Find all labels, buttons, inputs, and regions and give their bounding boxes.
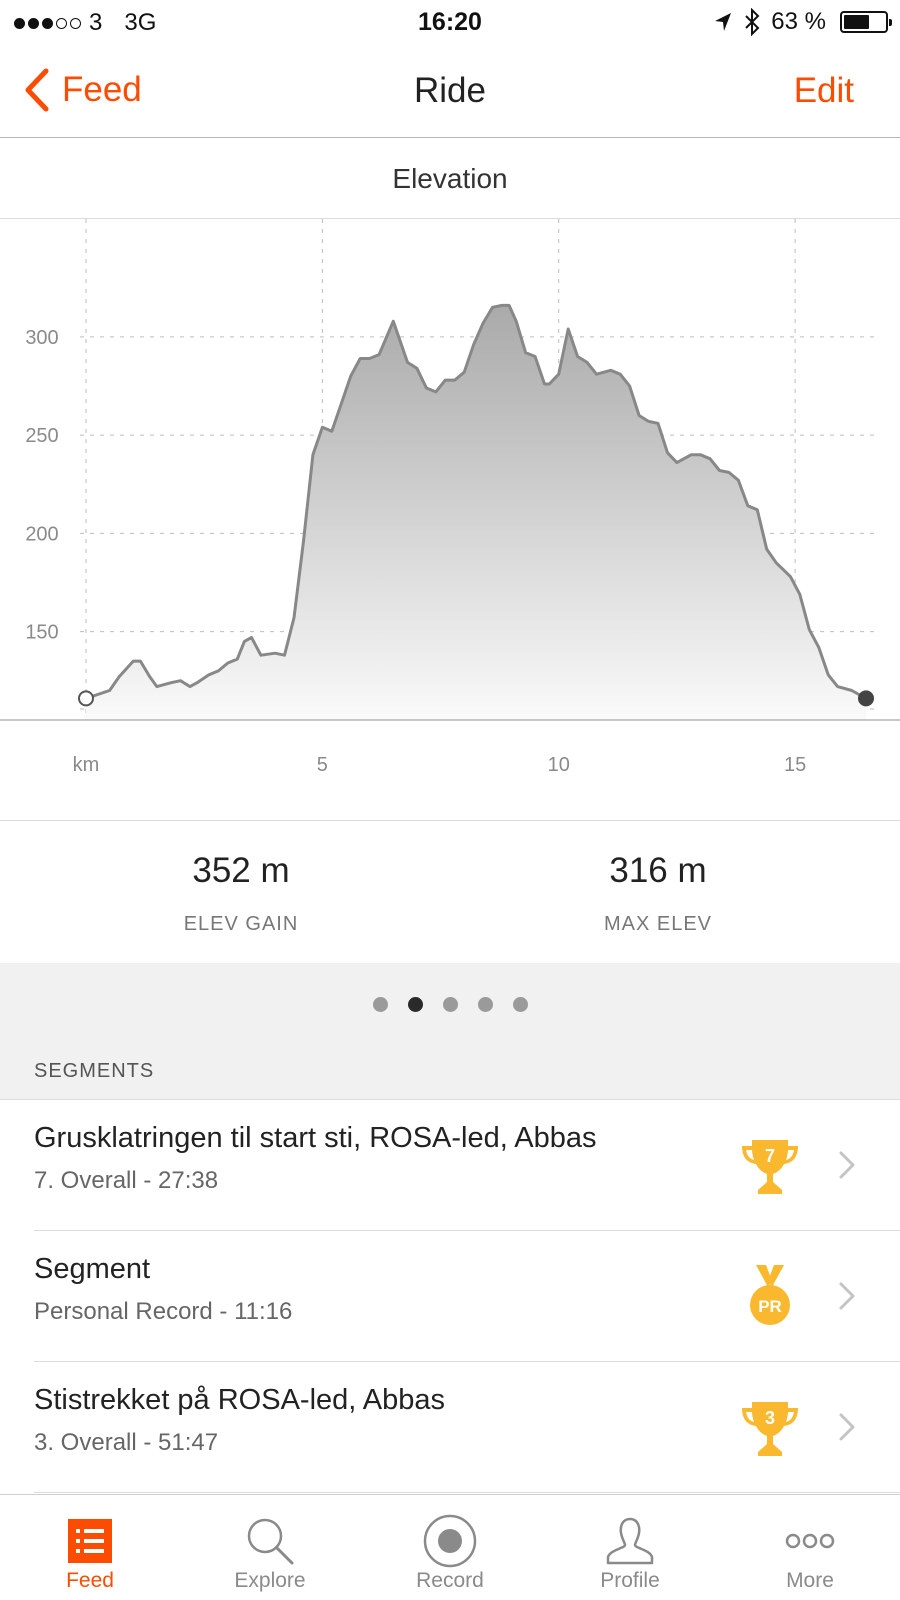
tab-label: Record (416, 1569, 484, 1592)
elevation-chart[interactable]: 150 200 250 300 km 5 10 15 (0, 219, 900, 821)
tab-label: More (786, 1569, 834, 1592)
bluetooth-icon (745, 8, 760, 36)
stat-label: ELEV GAIN (183, 913, 299, 935)
page-dot[interactable] (477, 997, 493, 1012)
pager-band: SEGMENTS (0, 963, 900, 1099)
nav-bar: Feed Ride Edit (0, 44, 900, 138)
end-marker (858, 690, 874, 707)
segment-detail: Personal Record - 11:16 (34, 1298, 293, 1325)
start-marker (78, 690, 94, 707)
page-title: Ride (414, 71, 486, 110)
chevron-right-icon (839, 1282, 855, 1310)
chevron-right-icon (839, 1413, 855, 1441)
stat-max-elev: 316 m MAX ELEV (448, 851, 868, 936)
elevation-chart-svg: 150 200 250 300 km 5 10 15 (0, 219, 900, 776)
segment-name: Stistrekket på ROSA-led, Abbas (34, 1384, 446, 1416)
tab-record[interactable]: Record (360, 1495, 540, 1600)
page-dot[interactable] (407, 997, 423, 1012)
tab-label: Profile (600, 1569, 660, 1592)
tab-label: Feed (66, 1569, 114, 1592)
segment-name: Grusklatringen til start sti, ROSA-led, … (34, 1122, 597, 1154)
page-dot[interactable] (512, 997, 528, 1012)
more-icon (785, 1533, 835, 1549)
record-icon (423, 1514, 477, 1568)
segments-list: Grusklatringen til start sti, ROSA-led, … (0, 1099, 900, 1493)
trophy-rank: 7 (765, 1146, 775, 1166)
medal-label: PR (758, 1297, 782, 1316)
status-bar: 3 3G 16:20 63 % (0, 0, 900, 44)
stat-elev-gain: 352 m ELEV GAIN (31, 851, 451, 936)
elevation-area (86, 305, 866, 720)
y-tick-label: 250 (25, 425, 58, 447)
x-tick-label: 15 (784, 754, 806, 776)
status-right: 63 % (713, 8, 892, 36)
trophy-icon: 7 (742, 1140, 798, 1194)
search-icon (247, 1518, 294, 1565)
segments-heading: SEGMENTS (34, 1060, 155, 1082)
stat-value: 352 m (192, 851, 290, 890)
stat-value: 316 m (609, 851, 707, 890)
page-dot[interactable] (442, 997, 458, 1012)
location-arrow-icon (715, 13, 732, 31)
stat-label: MAX ELEV (603, 913, 713, 935)
tab-feed[interactable]: Feed (0, 1495, 180, 1600)
segment-row[interactable]: Segment Personal Record - 11:16 PR (0, 1231, 900, 1362)
segment-row[interactable]: Grusklatringen til start sti, ROSA-led, … (0, 1100, 900, 1231)
tab-label: Explore (234, 1569, 306, 1592)
edit-button[interactable]: Edit (794, 71, 854, 111)
elevation-stats: 352 m ELEV GAIN 316 m MAX ELEV (0, 821, 900, 963)
x-axis-label: km (73, 754, 100, 776)
tab-profile[interactable]: Profile (540, 1495, 720, 1600)
medal-icon: PR (750, 1265, 790, 1325)
chart-title: Elevation (0, 138, 900, 219)
segment-row[interactable]: Stistrekket på ROSA-led, Abbas 3. Overall… (0, 1362, 900, 1493)
y-tick-label: 150 (25, 622, 58, 644)
x-tick-label: 10 (548, 754, 570, 776)
segment-detail: 7. Overall - 27:38 (34, 1167, 219, 1194)
tab-more[interactable]: More (720, 1495, 900, 1600)
y-tick-label: 300 (25, 327, 58, 349)
page-indicator[interactable] (0, 997, 900, 1012)
tab-bar: Feed Explore Record Profile More (0, 1494, 900, 1600)
chevron-right-icon (839, 1151, 855, 1179)
battery-percent: 63 % (771, 8, 826, 35)
tab-explore[interactable]: Explore (180, 1495, 360, 1600)
segment-name: Segment (34, 1253, 151, 1285)
y-tick-label: 200 (25, 523, 58, 545)
x-tick-label: 5 (317, 754, 328, 776)
page-dot[interactable] (372, 997, 388, 1012)
trophy-icon: 3 (742, 1402, 798, 1456)
feed-icon (68, 1519, 112, 1563)
segment-detail: 3. Overall - 51:47 (34, 1429, 219, 1456)
battery-icon (840, 11, 892, 33)
trophy-rank: 3 (765, 1408, 775, 1428)
profile-icon (606, 1517, 654, 1565)
